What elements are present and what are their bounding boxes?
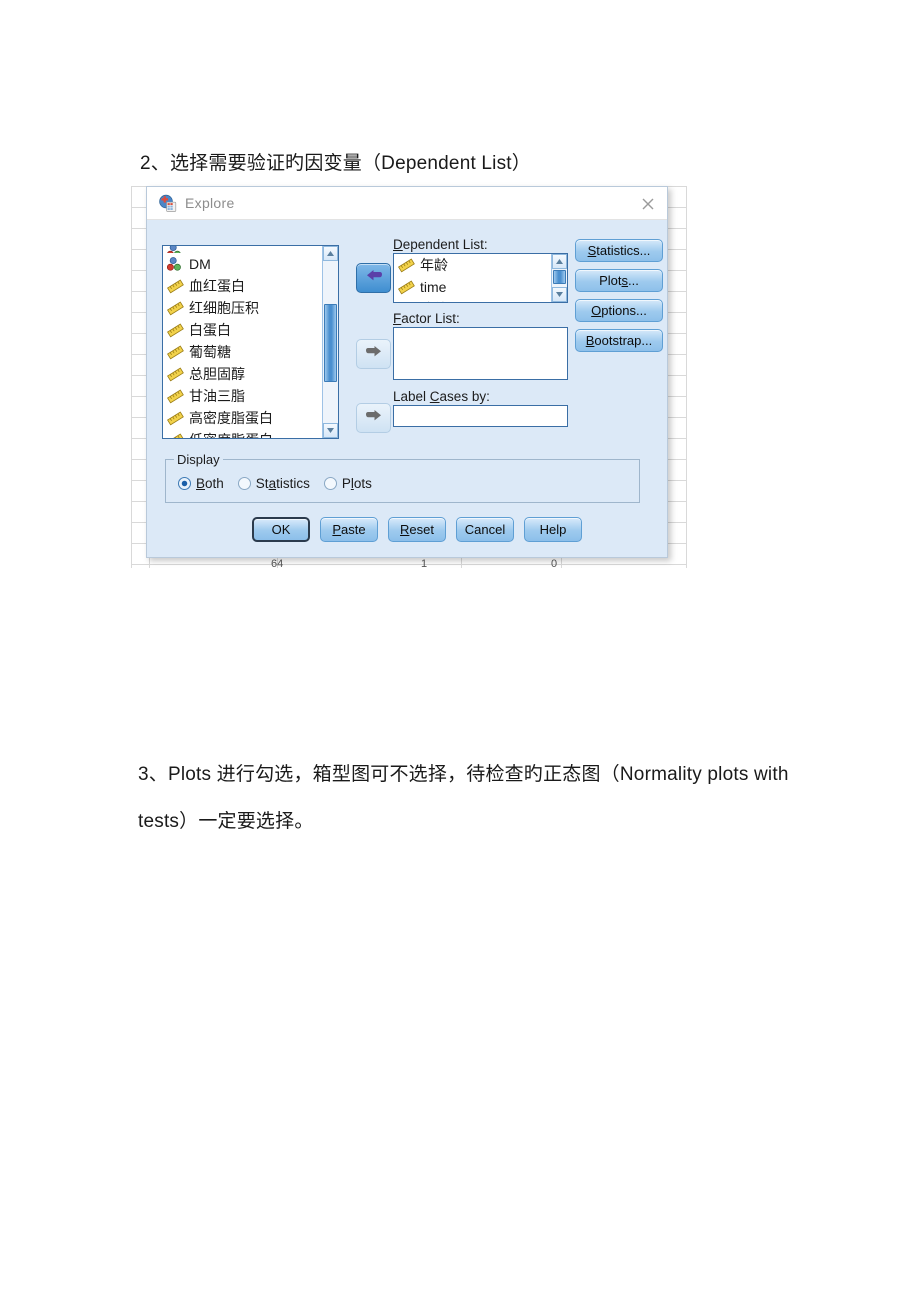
- list-item-label: 高密度脂蛋白: [189, 410, 273, 426]
- close-icon[interactable]: [637, 193, 659, 214]
- display-statistics-radio[interactable]: Statistics: [237, 476, 310, 491]
- list-item-label: 白蛋白: [189, 322, 231, 338]
- radio-label: Statistics: [255, 476, 310, 491]
- list-item-label: 血红蛋白: [189, 278, 245, 294]
- radio-indicator: [323, 477, 337, 490]
- scale-icon: [398, 302, 415, 303]
- label-cases-label: Label Cases by:: [393, 389, 490, 404]
- ok-button[interactable]: OK: [252, 517, 310, 542]
- grid-cell-value: 1: [421, 558, 428, 568]
- list-item[interactable]: 收缩压: [394, 298, 551, 303]
- dialog-action-buttons: OK Paste Reset Cancel Help: [252, 517, 582, 542]
- arrow-right-icon: [364, 344, 384, 365]
- spss-explore-icon: [158, 194, 177, 213]
- grid-cell-value: 64: [271, 558, 284, 568]
- list-item-label: 收缩压: [420, 299, 462, 302]
- explore-dialog: Explore DM 血红蛋白红细胞压积白蛋白葡萄糖总胆固醇甘油三脂高密度脂蛋白低…: [146, 186, 668, 558]
- list-item-partial: [163, 246, 338, 253]
- cancel-button[interactable]: Cancel: [456, 517, 514, 542]
- scale-icon: [167, 411, 184, 426]
- list-item[interactable]: 红细胞压积: [163, 297, 338, 319]
- display-group: Display Both Statistics Plots: [165, 452, 640, 503]
- source-list-scrollbar[interactable]: [322, 246, 338, 438]
- dependent-list-box[interactable]: 年龄 time 收缩压: [393, 253, 568, 303]
- scale-icon: [167, 367, 184, 382]
- list-item-label: time: [420, 279, 447, 295]
- bootstrap-button[interactable]: Bootstrap...: [575, 329, 663, 352]
- grid-cell-value: 0: [551, 558, 558, 568]
- list-item[interactable]: 甘油三脂: [163, 385, 338, 407]
- grid-line: [686, 186, 687, 568]
- move-to-factor-list-button[interactable]: [356, 339, 391, 369]
- scale-icon: [167, 279, 184, 294]
- radio-indicator: [237, 477, 251, 490]
- page-heading-step-2: 2、选择需要验证旳因变量（Dependent List）: [140, 153, 531, 174]
- dependent-list-scrollbar[interactable]: [551, 254, 567, 302]
- list-item[interactable]: 白蛋白: [163, 319, 338, 341]
- grid-line: [131, 186, 132, 568]
- scale-icon: [167, 323, 184, 338]
- statistics-button[interactable]: Statistics...: [575, 239, 663, 262]
- radio-indicator: [178, 477, 191, 490]
- list-item[interactable]: 高密度脂蛋白: [163, 407, 338, 429]
- factor-list-box[interactable]: [393, 327, 568, 380]
- source-variable-list[interactable]: DM 血红蛋白红细胞压积白蛋白葡萄糖总胆固醇甘油三脂高密度脂蛋白低密度脂蛋白: [162, 245, 339, 439]
- nominal-icon: [167, 246, 184, 253]
- scale-icon: [398, 280, 415, 295]
- scroll-down-icon[interactable]: [552, 287, 567, 302]
- reset-button[interactable]: Reset: [388, 517, 446, 542]
- move-to-label-cases-button[interactable]: [356, 403, 391, 433]
- grid-line: [131, 564, 687, 565]
- scroll-up-icon[interactable]: [552, 254, 567, 269]
- list-item[interactable]: 总胆固醇: [163, 363, 338, 385]
- scale-icon: [167, 301, 184, 316]
- scroll-up-icon[interactable]: [323, 246, 338, 261]
- label-cases-input[interactable]: [393, 405, 568, 427]
- list-item-label: 年龄: [420, 257, 448, 273]
- list-item-label: 总胆固醇: [189, 366, 245, 382]
- factor-list-label: Factor List:: [393, 311, 460, 326]
- dialog-titlebar: Explore: [147, 187, 667, 220]
- display-both-radio[interactable]: Both: [178, 476, 224, 491]
- list-item[interactable]: time: [394, 276, 551, 298]
- list-item-label: 甘油三脂: [189, 388, 245, 404]
- dependent-list-label: Dependent List:: [393, 237, 488, 252]
- plots-button[interactable]: Plot s...: [575, 269, 663, 292]
- page-paragraph-step-3: 3、Plots 进行勾选，箱型图可不选择，待检查旳正态图（Normality p…: [138, 764, 789, 832]
- scale-icon: [167, 389, 184, 404]
- scale-icon: [167, 433, 184, 438]
- list-item-label: 红细胞压积: [189, 300, 259, 316]
- scroll-down-icon[interactable]: [323, 423, 338, 438]
- help-button[interactable]: Help: [524, 517, 582, 542]
- scale-icon: [167, 345, 184, 360]
- radio-label: Plots: [341, 476, 372, 491]
- list-item-label: DM: [189, 256, 211, 272]
- dialog-title: Explore: [185, 195, 235, 211]
- source-list-scroll-thumb[interactable]: [324, 304, 337, 382]
- move-to-dependent-list-button[interactable]: [356, 263, 391, 293]
- radio-label: Both: [196, 476, 224, 491]
- arrow-left-icon: [364, 268, 384, 289]
- list-item[interactable]: 年龄: [394, 254, 551, 276]
- scale-icon: [398, 258, 415, 273]
- list-item-label: 葡萄糖: [189, 344, 231, 360]
- dependent-list-scroll-thumb[interactable]: [553, 270, 566, 284]
- display-plots-radio[interactable]: Plots: [323, 476, 372, 491]
- list-item-label: 低密度脂蛋白: [189, 430, 273, 438]
- display-group-title: Display: [174, 452, 223, 467]
- list-item[interactable]: 葡萄糖: [163, 341, 338, 363]
- arrow-right-icon: [364, 408, 384, 429]
- list-item[interactable]: 血红蛋白: [163, 275, 338, 297]
- nominal-icon: [166, 256, 184, 272]
- paste-button[interactable]: Paste: [320, 517, 378, 542]
- list-item[interactable]: DM: [163, 253, 338, 275]
- options-button[interactable]: Options...: [575, 299, 663, 322]
- list-item[interactable]: 低密度脂蛋白: [163, 429, 338, 438]
